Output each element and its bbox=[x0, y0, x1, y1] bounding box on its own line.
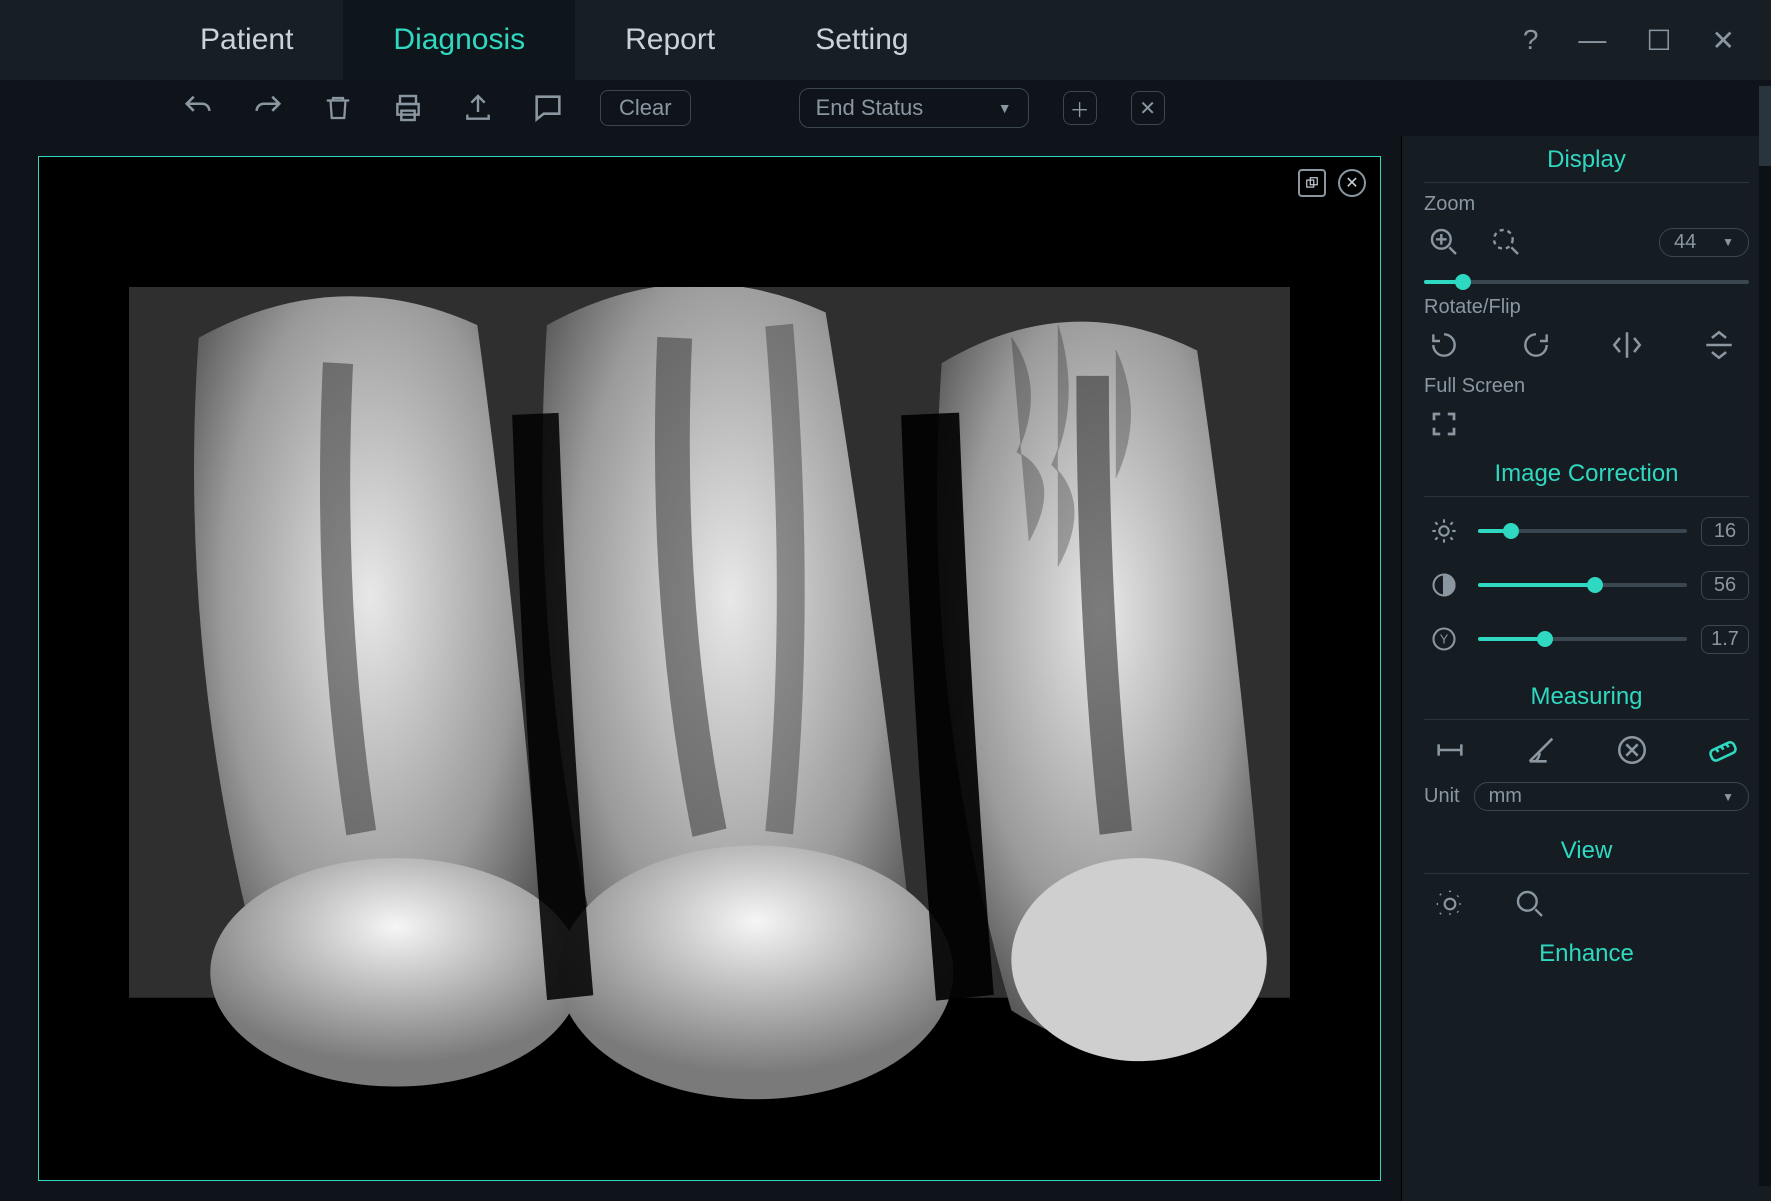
image-frame[interactable]: ✕ bbox=[38, 156, 1381, 1181]
measure-angle-icon[interactable] bbox=[1521, 730, 1561, 770]
side-panel: Display Zoom 44 ▼ Rotate/Flip bbox=[1401, 136, 1771, 1201]
measure-distance-icon[interactable] bbox=[1430, 730, 1470, 770]
gamma-slider[interactable] bbox=[1478, 637, 1687, 641]
view-brightness-icon[interactable] bbox=[1430, 884, 1470, 924]
gamma-icon: Y bbox=[1424, 619, 1464, 659]
close-image-icon[interactable]: ✕ bbox=[1338, 169, 1366, 197]
measure-ruler-icon[interactable] bbox=[1703, 730, 1743, 770]
status-dropdown[interactable]: End Status ▼ bbox=[799, 88, 1029, 128]
clear-button[interactable]: Clear bbox=[600, 90, 691, 126]
zoom-slider[interactable] bbox=[1424, 280, 1749, 284]
main-area: ✕ bbox=[0, 136, 1771, 1201]
window-controls: ? — ☐ ✕ bbox=[1523, 24, 1771, 57]
add-button[interactable]: ＋ bbox=[1063, 91, 1097, 125]
view-magnify-icon[interactable] bbox=[1510, 884, 1550, 924]
brightness-icon bbox=[1424, 511, 1464, 551]
fullscreen-icon[interactable] bbox=[1424, 404, 1464, 444]
section-measuring-title: Measuring bbox=[1424, 673, 1749, 720]
duplicate-icon[interactable] bbox=[1298, 169, 1326, 197]
status-value: End Status bbox=[816, 95, 924, 121]
svg-text:Y: Y bbox=[1440, 632, 1449, 647]
contrast-icon bbox=[1424, 565, 1464, 605]
brightness-slider[interactable] bbox=[1478, 529, 1687, 533]
undo-icon[interactable] bbox=[180, 90, 216, 126]
zoom-label: Zoom bbox=[1424, 193, 1749, 216]
flip-vertical-icon[interactable] bbox=[1699, 325, 1739, 365]
redo-icon[interactable] bbox=[250, 90, 286, 126]
section-view-title: View bbox=[1424, 827, 1749, 874]
rotate-cw-icon[interactable] bbox=[1516, 325, 1556, 365]
contrast-value[interactable]: 56 bbox=[1701, 571, 1749, 600]
rotate-ccw-icon[interactable] bbox=[1424, 325, 1464, 365]
help-button[interactable]: ? bbox=[1523, 24, 1539, 56]
measure-delete-icon[interactable] bbox=[1612, 730, 1652, 770]
zoom-in-icon[interactable] bbox=[1424, 222, 1464, 262]
unit-label: Unit bbox=[1424, 785, 1460, 808]
unit-value: mm bbox=[1489, 785, 1522, 808]
contrast-slider[interactable] bbox=[1478, 583, 1687, 587]
gamma-value[interactable]: 1.7 bbox=[1701, 625, 1749, 654]
maximize-button[interactable]: ☐ bbox=[1646, 24, 1671, 57]
tab-report[interactable]: Report bbox=[575, 0, 765, 80]
print-icon[interactable] bbox=[390, 90, 426, 126]
zoom-value: 44 bbox=[1674, 231, 1696, 254]
comment-icon[interactable] bbox=[530, 90, 566, 126]
unit-dropdown[interactable]: mm ▼ bbox=[1474, 782, 1749, 811]
minimize-button[interactable]: — bbox=[1578, 24, 1606, 56]
rotate-label: Rotate/Flip bbox=[1424, 296, 1749, 319]
chevron-down-icon: ▼ bbox=[1722, 235, 1734, 249]
xray-image bbox=[129, 287, 1290, 1150]
section-correction-title: Image Correction bbox=[1424, 450, 1749, 497]
tab-patient[interactable]: Patient bbox=[150, 0, 343, 80]
flip-horizontal-icon[interactable] bbox=[1607, 325, 1647, 365]
zoom-dropdown[interactable]: 44 ▼ bbox=[1659, 228, 1749, 257]
section-enhance-title: Enhance bbox=[1424, 930, 1749, 968]
tab-setting[interactable]: Setting bbox=[765, 0, 958, 80]
image-viewer: ✕ bbox=[0, 136, 1401, 1201]
delete-icon[interactable] bbox=[320, 90, 356, 126]
tab-diagnosis[interactable]: Diagnosis bbox=[343, 0, 575, 80]
zoom-fit-icon[interactable] bbox=[1486, 222, 1526, 262]
export-icon[interactable] bbox=[460, 90, 496, 126]
scrollbar[interactable] bbox=[1759, 86, 1771, 1186]
section-display-title: Display bbox=[1424, 136, 1749, 183]
image-frame-toolbar: ✕ bbox=[1298, 169, 1366, 197]
chevron-down-icon: ▼ bbox=[1722, 790, 1734, 804]
remove-button[interactable]: ✕ bbox=[1131, 91, 1165, 125]
fullscreen-label: Full Screen bbox=[1424, 375, 1749, 398]
main-tabs: Patient Diagnosis Report Setting ? — ☐ ✕ bbox=[0, 0, 1771, 80]
chevron-down-icon: ▼ bbox=[998, 100, 1012, 116]
brightness-value[interactable]: 16 bbox=[1701, 517, 1749, 546]
close-button[interactable]: ✕ bbox=[1712, 24, 1735, 57]
toolbar: Clear End Status ▼ ＋ ✕ bbox=[0, 80, 1771, 136]
